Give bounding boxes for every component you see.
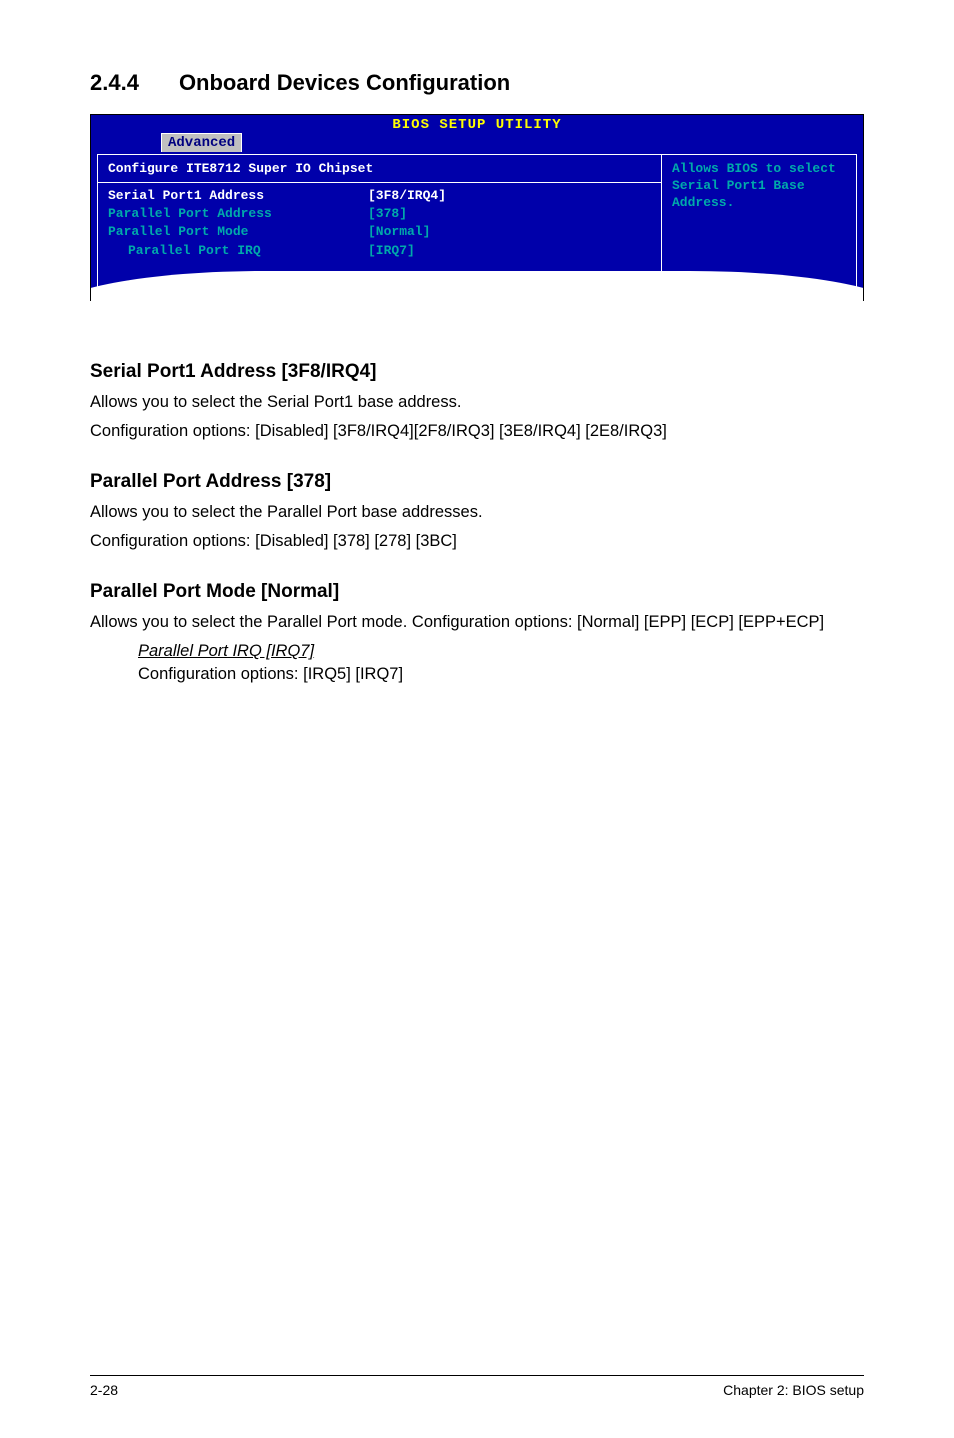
bios-value: [IRQ7] [368,242,415,260]
bios-body: Configure ITE8712 Super IO Chipset Seria… [91,154,863,300]
bios-label: Parallel Port IRQ [108,242,368,260]
footer-page-number: 2-28 [90,1382,118,1398]
bios-tab-row: Advanced [91,133,863,154]
sub-item-parallel-port-irq: Parallel Port IRQ [IRQ7] Configuration o… [138,642,864,686]
bios-label: Parallel Port Mode [108,223,368,241]
bios-row-parallel-port-irq: Parallel Port IRQ [IRQ7] [108,242,651,260]
subsection-title: Parallel Port Address [378] [90,471,864,493]
subsection-parallel-port-address: Parallel Port Address [378] Allows you t… [90,471,864,553]
section-heading: 2.4.4 Onboard Devices Configuration [90,70,864,96]
bios-label: Serial Port1 Address [108,187,368,205]
sub-item-title: Parallel Port IRQ [IRQ7] [138,642,864,661]
footer-chapter: Chapter 2: BIOS setup [723,1382,864,1398]
bios-left-panel: Configure ITE8712 Super IO Chipset Seria… [97,154,662,294]
bios-title: BIOS SETUP UTILITY [91,115,863,133]
bios-window: BIOS SETUP UTILITY Advanced Configure IT… [90,114,864,301]
bios-label: Parallel Port Address [108,205,368,223]
bios-settings-list: Serial Port1 Address [3F8/IRQ4] Parallel… [98,183,661,264]
bios-screenshot: BIOS SETUP UTILITY Advanced Configure IT… [90,114,864,301]
subsection-serial-port1: Serial Port1 Address [3F8/IRQ4] Allows y… [90,361,864,443]
body-text: Allows you to select the Serial Port1 ba… [90,391,864,414]
bios-panel-title: Configure ITE8712 Super IO Chipset [98,155,661,183]
body-text: Configuration options: [IRQ5] [IRQ7] [138,663,864,686]
bios-tab-advanced: Advanced [161,133,242,152]
subsection-title: Serial Port1 Address [3F8/IRQ4] [90,361,864,383]
bios-row-serial-port1: Serial Port1 Address [3F8/IRQ4] [108,187,651,205]
bios-value: [378] [368,205,407,223]
body-text: Configuration options: [Disabled] [378] … [90,530,864,553]
bios-value: [3F8/IRQ4] [368,187,446,205]
section-number: 2.4.4 [90,70,139,96]
bios-row-parallel-port-mode: Parallel Port Mode [Normal] [108,223,651,241]
bios-help-panel: Allows BIOS to select Serial Port1 Base … [662,154,857,294]
subsection-title: Parallel Port Mode [Normal] [90,581,864,603]
body-text: Allows you to select the Parallel Port b… [90,501,864,524]
page-footer: 2-28 Chapter 2: BIOS setup [90,1375,864,1398]
body-text: Configuration options: [Disabled] [3F8/I… [90,420,864,443]
bios-row-parallel-port-address: Parallel Port Address [378] [108,205,651,223]
body-text: Allows you to select the Parallel Port m… [90,611,864,634]
section-title-text: Onboard Devices Configuration [179,70,510,95]
bios-value: [Normal] [368,223,430,241]
subsection-parallel-port-mode: Parallel Port Mode [Normal] Allows you t… [90,581,864,686]
